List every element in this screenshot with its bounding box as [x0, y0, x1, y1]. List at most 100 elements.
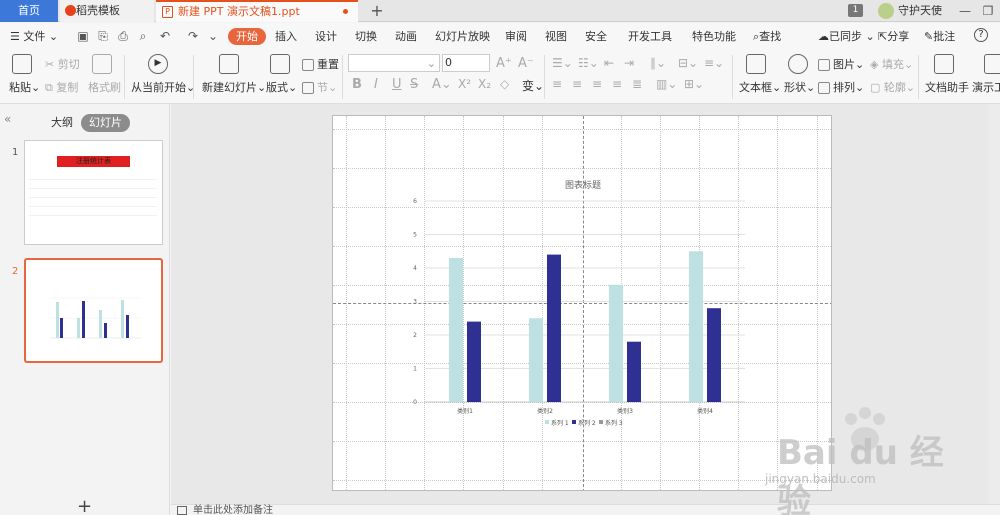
tab-home-ribbon[interactable]: 开始: [228, 28, 266, 45]
print-icon[interactable]: ⎙: [116, 29, 130, 43]
decrease-indent-icon[interactable]: ⇤: [604, 56, 614, 70]
doc-assistant-icon[interactable]: [934, 54, 954, 74]
slide-thumbnail-2[interactable]: [24, 258, 163, 363]
tab-view[interactable]: 视图: [545, 28, 567, 45]
italic-icon[interactable]: I: [374, 77, 378, 92]
tab-slideshow[interactable]: 幻灯片放映: [435, 28, 490, 45]
tab-features[interactable]: 特色功能: [692, 28, 736, 45]
increase-font-icon[interactable]: A⁺: [496, 56, 512, 71]
font-size-select[interactable]: 0: [442, 54, 490, 72]
comment-button[interactable]: ✎批注: [924, 28, 955, 45]
cut-button[interactable]: ✂ 剪切: [45, 56, 80, 72]
font-color-icon[interactable]: A⌄: [432, 77, 452, 92]
format-painter-button[interactable]: 格式刷: [88, 79, 121, 95]
align-center-icon[interactable]: ≡: [572, 77, 582, 91]
user-account[interactable]: 守护天使: [878, 0, 942, 22]
new-tab-button[interactable]: +: [368, 0, 386, 22]
maximize-icon[interactable]: ❐: [977, 0, 999, 22]
help-icon[interactable]: ?: [974, 28, 988, 42]
tab-design[interactable]: 设计: [315, 28, 337, 45]
textbox-icon[interactable]: [746, 54, 766, 74]
textbox-button[interactable]: 文本框⌄: [739, 79, 781, 95]
save-icon[interactable]: ▣: [76, 29, 90, 43]
char-spacing-icon[interactable]: 变⌄: [522, 77, 544, 94]
presentation-tools-icon[interactable]: [984, 54, 1000, 74]
increase-indent-icon[interactable]: ⇥: [624, 56, 634, 70]
tab-outline[interactable]: 大纲: [51, 114, 73, 132]
bullets-icon[interactable]: ☰⌄: [552, 56, 573, 70]
text-direction-icon[interactable]: ∥⌄: [650, 56, 666, 70]
justify-icon[interactable]: ≡: [612, 77, 622, 91]
align-text-icon[interactable]: ⊟⌄: [678, 56, 698, 70]
tab-document[interactable]: P 新建 PPT 演示文稿1.ppt: [156, 0, 358, 22]
superscript-icon[interactable]: X²: [458, 77, 471, 91]
font-family-select[interactable]: ⌄: [348, 54, 440, 72]
columns-icon[interactable]: ▥⌄: [656, 77, 677, 91]
bar-chart[interactable]: 0 1 2 3 4 5 6 类别1 类别2 类别3 类别4 系列 1 系列 2 系列 3: [333, 116, 832, 491]
new-slide-button[interactable]: 新建幻灯片⌄: [202, 79, 266, 95]
new-slide-icon[interactable]: [219, 54, 239, 74]
play-icon[interactable]: ▶: [148, 54, 168, 74]
legend-label: 系列 1: [551, 419, 569, 427]
more-quick-access-icon[interactable]: ⌄: [206, 29, 220, 43]
sync-status[interactable]: ☁已同步 ⌄: [818, 28, 875, 45]
fill-button[interactable]: ◈ 填充⌄: [870, 56, 913, 72]
minimize-icon[interactable]: —: [954, 0, 976, 22]
current-slide[interactable]: 图表标题 0 1 2 3 4 5 6 类别1 类别2 类别3 类别4 系列 1 系列 2 系列 3: [332, 115, 832, 491]
print-preview-icon[interactable]: ⌕: [136, 29, 150, 43]
align-right-icon[interactable]: ≡: [592, 77, 602, 91]
redo-icon[interactable]: ↷: [186, 29, 200, 43]
underline-icon[interactable]: U: [392, 77, 402, 92]
strikethrough-icon[interactable]: S: [410, 77, 418, 92]
tab-transitions[interactable]: 切换: [355, 28, 377, 45]
shape-button[interactable]: 形状⌄: [784, 79, 815, 95]
add-slide-button[interactable]: +: [77, 496, 92, 515]
paste-button[interactable]: 粘贴⌄: [9, 79, 40, 95]
numbering-icon[interactable]: ☷⌄: [578, 56, 599, 70]
align-left-icon[interactable]: ≡: [552, 77, 562, 91]
notes-bar[interactable]: 单击此处添加备注: [171, 504, 1000, 515]
vertical-scrollbar[interactable]: [989, 104, 1000, 504]
reset-button[interactable]: 重置: [302, 56, 339, 72]
separator: [193, 55, 194, 99]
smartart-icon[interactable]: ⊞⌄: [684, 77, 704, 91]
undo-icon[interactable]: ↶: [158, 29, 172, 43]
tab-animations[interactable]: 动画: [395, 28, 417, 45]
tab-home[interactable]: 首页: [0, 0, 58, 22]
section-label: 节: [317, 81, 328, 94]
tab-security[interactable]: 安全: [585, 28, 607, 45]
share-button[interactable]: ⇱分享: [878, 28, 909, 45]
section-button[interactable]: 节⌄: [302, 79, 337, 95]
clear-format-icon[interactable]: ◇: [500, 77, 509, 91]
tab-slides[interactable]: 幻灯片: [81, 114, 130, 132]
arrange-button[interactable]: 排列⌄: [818, 79, 864, 95]
outline-button[interactable]: ▢ 轮廓⌄: [870, 79, 915, 95]
picture-button[interactable]: 图片⌄: [818, 56, 864, 72]
slide-thumbnail-1[interactable]: 注册统计表: [24, 140, 163, 245]
tab-insert[interactable]: 插入: [275, 28, 297, 45]
decrease-font-icon[interactable]: A⁻: [518, 56, 534, 71]
tab-review[interactable]: 审阅: [505, 28, 527, 45]
line-spacing-icon[interactable]: ≡⌄: [704, 56, 724, 70]
bold-icon[interactable]: B: [352, 77, 362, 92]
window-count-badge[interactable]: 1: [848, 4, 863, 17]
distribute-icon[interactable]: ≣: [632, 77, 642, 91]
doc-assistant-button[interactable]: 文档助手: [925, 79, 969, 95]
collapse-panel-icon[interactable]: «: [4, 112, 11, 126]
shape-icon[interactable]: [788, 54, 808, 74]
tab-developer[interactable]: 开发工具: [628, 28, 672, 45]
file-menu[interactable]: ☰ 文件 ⌄: [10, 28, 58, 45]
copy-button[interactable]: ⧉ 复制: [45, 79, 78, 95]
search-button[interactable]: ⌕查找: [753, 28, 781, 45]
layout-button[interactable]: 版式⌄: [266, 79, 297, 95]
play-from-current-button[interactable]: 从当前开始⌄: [131, 79, 195, 95]
presentation-tools-button[interactable]: 演示工: [972, 79, 1000, 95]
user-name: 守护天使: [898, 4, 942, 17]
paste-icon[interactable]: [12, 54, 32, 74]
export-pdf-icon[interactable]: ⎘: [96, 29, 110, 43]
format-painter-icon[interactable]: [92, 54, 112, 74]
subscript-icon[interactable]: X₂: [478, 77, 491, 91]
layout-icon[interactable]: [270, 54, 290, 74]
comment-label: 批注: [933, 30, 956, 43]
tab-templates[interactable]: 稻壳模板: [60, 0, 154, 22]
